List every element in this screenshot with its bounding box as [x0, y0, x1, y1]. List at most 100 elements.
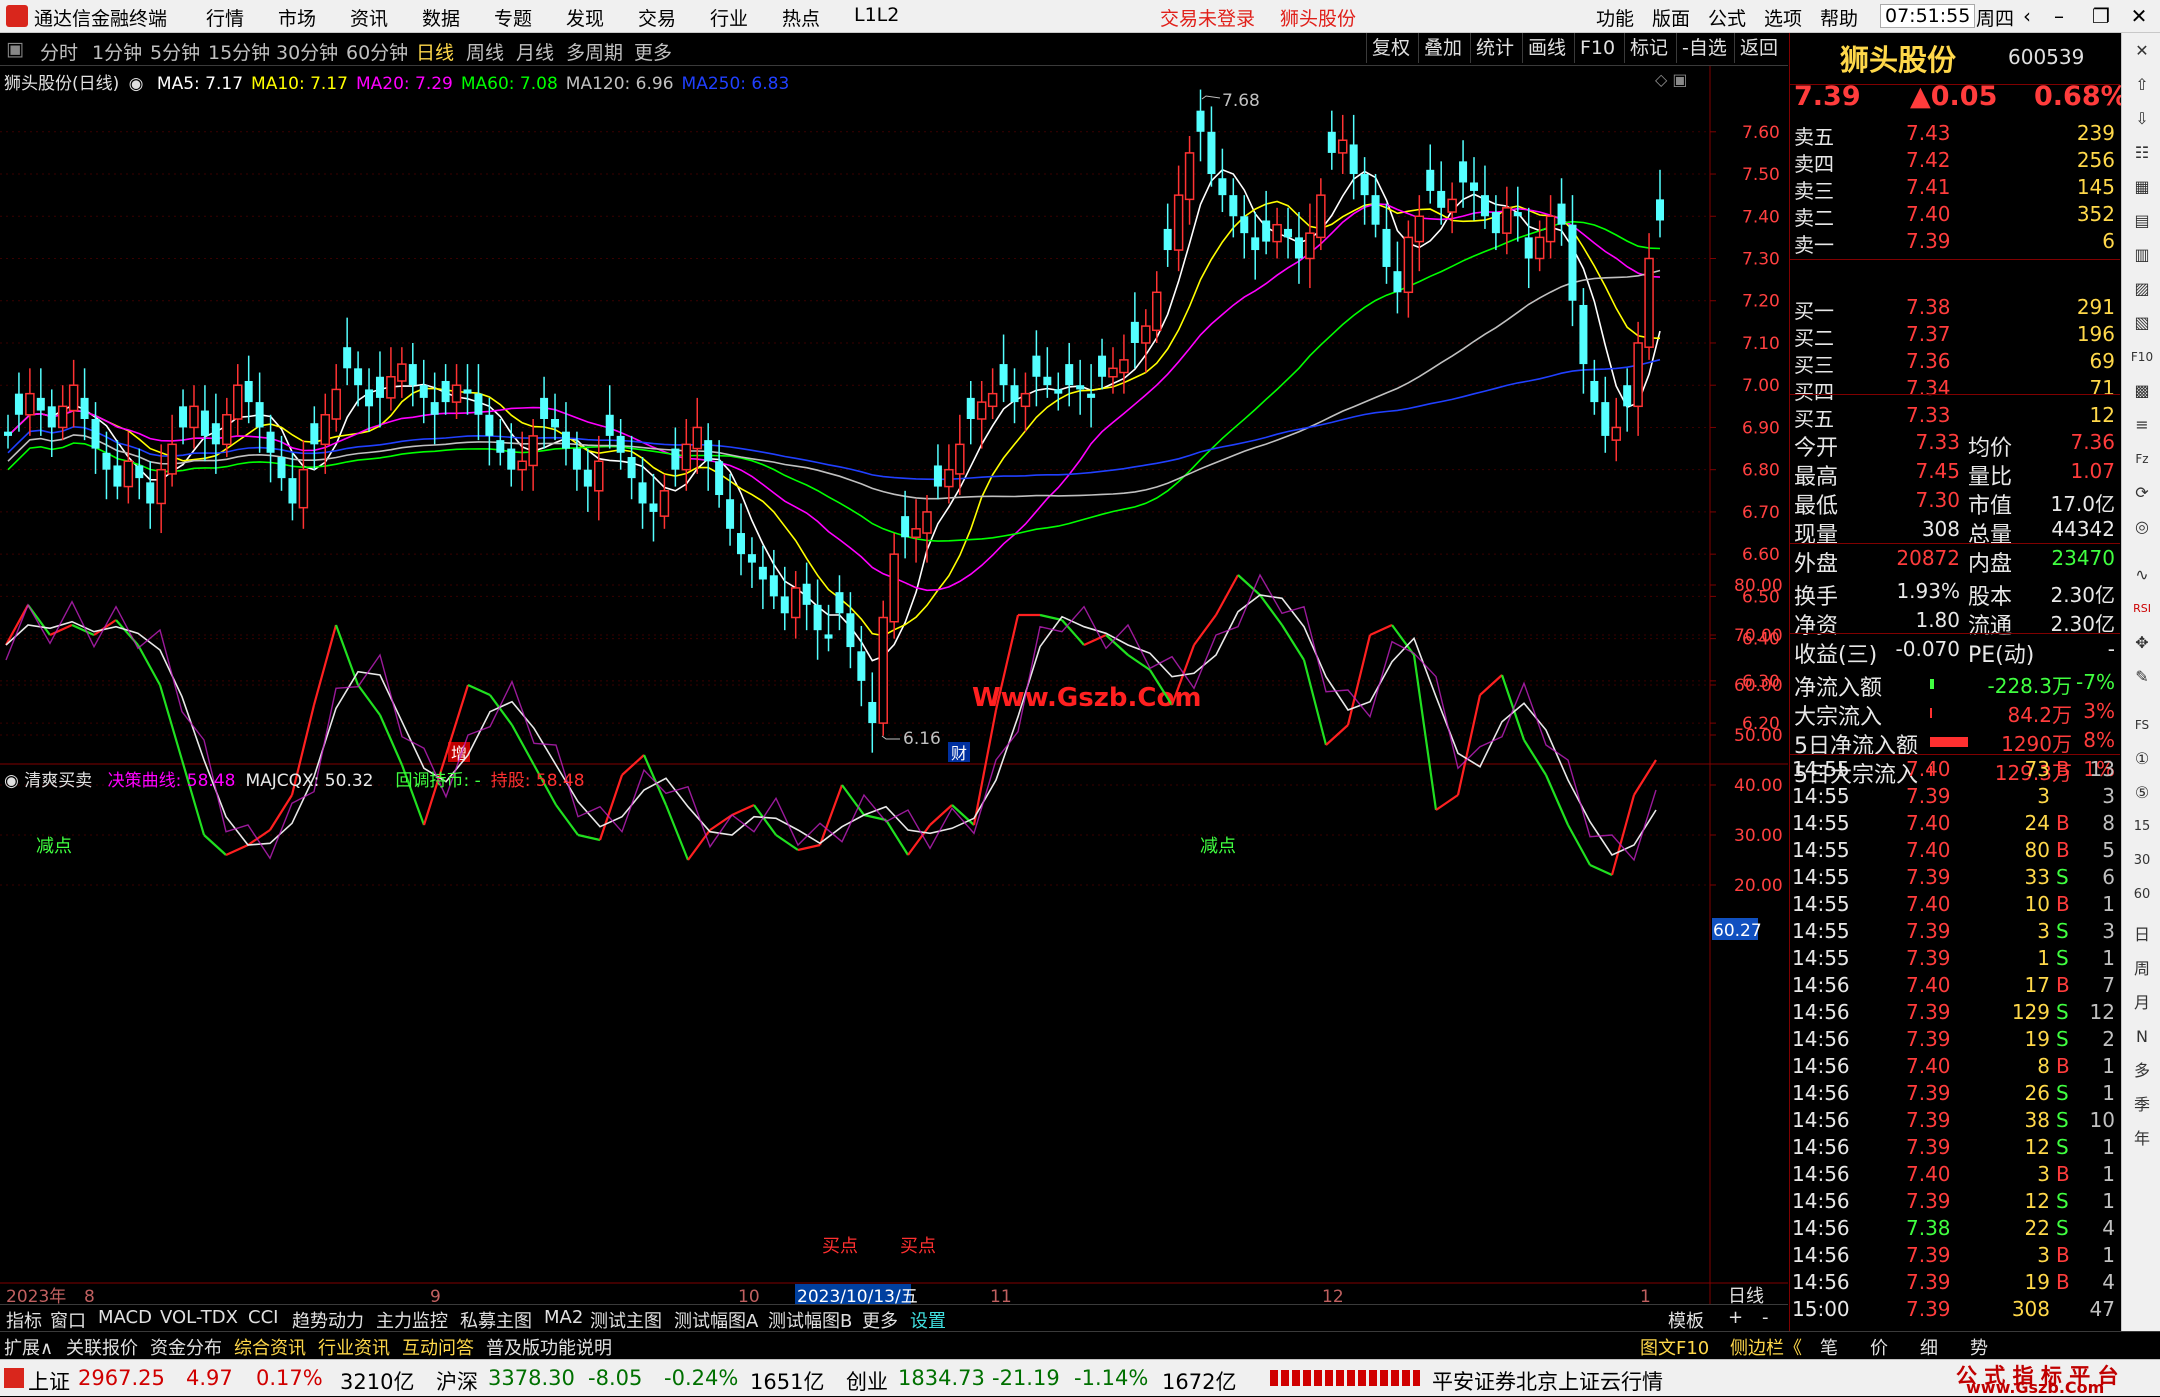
candle-down[interactable] — [277, 457, 286, 479]
candle-down[interactable] — [627, 457, 636, 479]
candle-down[interactable] — [1043, 376, 1052, 386]
candle-up[interactable] — [1502, 207, 1512, 234]
tab[interactable]: 私募主图 — [460, 1307, 532, 1333]
candle-down[interactable] — [255, 402, 264, 428]
candle-down[interactable] — [561, 431, 570, 449]
candle-down[interactable] — [474, 393, 483, 415]
candle-down[interactable] — [1130, 321, 1139, 343]
candle-down[interactable] — [1327, 131, 1336, 153]
candle-down[interactable] — [485, 414, 494, 436]
candle-up[interactable] — [1414, 215, 1425, 243]
candle-down[interactable] — [496, 440, 505, 453]
period-item[interactable]: 分时 — [40, 38, 78, 65]
ext-tab[interactable]: 关联报价 — [66, 1334, 138, 1360]
tool-button[interactable]: -自选 — [1676, 33, 1732, 63]
candle-up[interactable] — [1108, 367, 1118, 378]
candle-down[interactable] — [726, 499, 735, 529]
period-item[interactable]: 周线 — [466, 38, 504, 65]
ext-right-item[interactable]: 图文F10 — [1640, 1334, 1709, 1360]
candle-up[interactable] — [25, 392, 35, 416]
candle-up[interactable] — [955, 443, 965, 475]
candle-down[interactable] — [1098, 355, 1107, 377]
ext-right-item[interactable]: 势 — [1970, 1334, 1988, 1360]
chart-options-icon[interactable]: ◇ ▣ — [1655, 70, 1688, 89]
index-label[interactable]: 上证 — [28, 1366, 70, 1396]
bars-icon[interactable]: ≡ — [2130, 413, 2154, 437]
candle-down[interactable] — [1568, 224, 1577, 301]
tab[interactable]: 测试幅图B — [768, 1307, 852, 1333]
season-icon[interactable]: 季 — [2130, 1093, 2154, 1117]
candle-down[interactable] — [551, 419, 560, 428]
n-icon[interactable]: N — [2130, 1025, 2154, 1049]
tab[interactable]: MACD — [98, 1307, 152, 1328]
candle-down[interactable] — [1590, 380, 1599, 403]
tab[interactable]: 趋势动力 — [292, 1307, 364, 1333]
candle-down[interactable] — [419, 385, 428, 398]
grid-icon[interactable]: ▩ — [2130, 379, 2154, 403]
tab[interactable]: 指标 — [6, 1307, 42, 1333]
candle-up[interactable] — [1403, 236, 1414, 294]
candle-down[interactable] — [1470, 182, 1479, 191]
candle-down[interactable] — [813, 604, 822, 631]
info-icon[interactable]: ◎ — [2130, 515, 2154, 539]
candle-down[interactable] — [572, 448, 581, 470]
candle-down[interactable] — [1656, 199, 1664, 221]
candle-down[interactable] — [1557, 203, 1566, 225]
ext-tab[interactable]: 普及版功能说明 — [486, 1334, 612, 1360]
month-icon[interactable]: 月 — [2130, 991, 2154, 1015]
candle-down[interactable] — [747, 554, 756, 563]
candle-down[interactable] — [824, 634, 833, 639]
candle-down[interactable] — [966, 397, 975, 419]
candle-up[interactable] — [976, 401, 987, 420]
candle-down[interactable] — [36, 397, 45, 411]
tab[interactable]: 测试主图 — [590, 1307, 662, 1333]
candle-down[interactable] — [80, 397, 89, 419]
candle-down[interactable] — [266, 431, 275, 453]
candle-down[interactable] — [1032, 355, 1041, 377]
candle-up[interactable] — [911, 528, 921, 539]
tab[interactable]: 主力监控 — [376, 1307, 448, 1333]
pen-icon[interactable]: ✎ — [2130, 665, 2154, 689]
server-name[interactable]: 平安证券北京上证云行情 — [1432, 1366, 1663, 1396]
candle-up[interactable] — [692, 426, 702, 450]
min60-icon[interactable]: 60 — [2130, 883, 2154, 907]
tool-button[interactable]: 返回 — [1734, 33, 1783, 63]
candle-down[interactable] — [758, 566, 767, 580]
settings-circle-icon[interactable]: ◉ — [129, 74, 144, 94]
list-icon[interactable]: ☷ — [2130, 141, 2154, 165]
tab[interactable]: CCI — [248, 1307, 278, 1328]
candle-up[interactable] — [1545, 215, 1556, 243]
candle-up[interactable] — [1272, 223, 1282, 243]
chart-icon[interactable]: ▤ — [2130, 209, 2154, 233]
arrow-up-icon[interactable]: ⇧ — [2130, 73, 2154, 97]
candle-up[interactable] — [156, 468, 166, 505]
menu-item[interactable]: 行情 — [206, 4, 244, 31]
candle-down[interactable] — [1284, 228, 1293, 238]
candle-down[interactable] — [1229, 195, 1238, 217]
candle-down[interactable] — [1360, 174, 1369, 196]
menu-item[interactable]: 数据 — [422, 4, 460, 31]
doc-icon[interactable]: ▧ — [2130, 311, 2154, 335]
menu-item[interactable]: 资讯 — [350, 4, 388, 31]
candle-down[interactable] — [999, 364, 1008, 386]
candle-down[interactable] — [638, 482, 647, 504]
candle-down[interactable] — [135, 465, 144, 479]
multi-icon[interactable]: 多 — [2130, 1059, 2154, 1083]
period-item[interactable]: 月线 — [516, 38, 554, 65]
tab[interactable]: 设置 — [910, 1307, 946, 1333]
candle-up[interactable] — [1020, 392, 1031, 408]
candle-up[interactable] — [386, 376, 396, 399]
candle-down[interactable] — [1480, 195, 1489, 217]
candle-down[interactable] — [649, 503, 658, 512]
tool-button[interactable]: 画线 — [1522, 33, 1571, 63]
tab[interactable]: 窗口 — [50, 1307, 86, 1333]
candle-up[interactable] — [1184, 152, 1195, 201]
menu-item[interactable]: 市场 — [278, 4, 316, 31]
ext-tab[interactable]: 互动问答 — [402, 1334, 474, 1360]
menu-item[interactable]: 功能 — [1596, 4, 1634, 31]
period-item-active[interactable]: 日线 — [416, 38, 454, 65]
candle-up[interactable] — [451, 384, 462, 403]
fz-icon[interactable]: Fz — [2130, 447, 2154, 471]
candle-up[interactable] — [57, 405, 68, 429]
candle-down[interactable] — [616, 435, 625, 453]
